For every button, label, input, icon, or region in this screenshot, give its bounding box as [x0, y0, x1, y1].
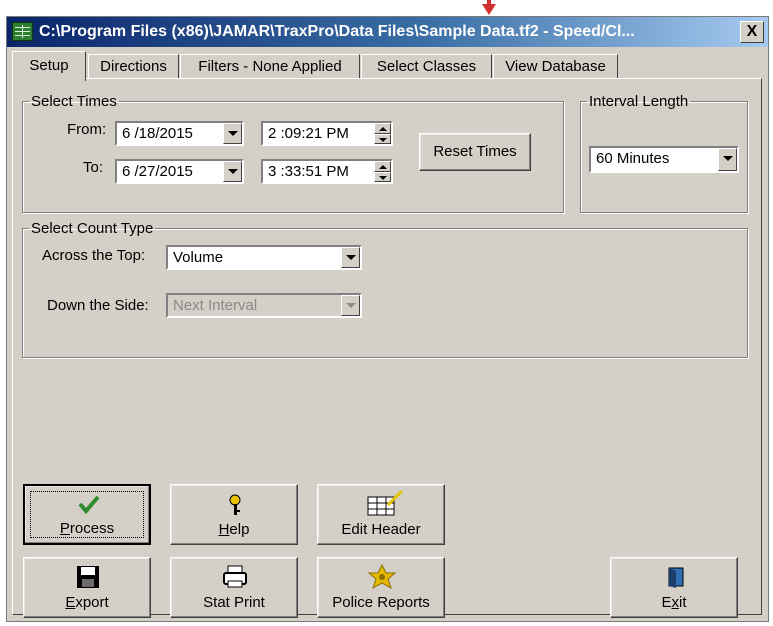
tab-select-classes[interactable]: Select Classes	[361, 54, 492, 79]
edit-header-label: Edit Header	[341, 521, 421, 538]
to-time-spin-buttons[interactable]	[374, 161, 391, 182]
down-side-label: Down the Side:	[47, 297, 149, 314]
tab-setup[interactable]: Setup	[12, 51, 86, 81]
app-icon	[12, 22, 33, 41]
exit-button[interactable]: Exit	[610, 557, 738, 618]
from-label: From:	[67, 121, 107, 138]
stat-print-label: Stat Print	[203, 594, 265, 611]
police-badge-icon	[318, 563, 444, 590]
to-label: To:	[83, 159, 104, 176]
help-button[interactable]: Help	[170, 484, 298, 545]
select-count-type-group: Select Count Type	[22, 220, 748, 358]
edit-header-icon	[318, 489, 444, 517]
annotation-arrow-icon	[482, 0, 496, 15]
export-button[interactable]: Export	[23, 557, 151, 618]
across-top-select[interactable]: Volume	[166, 245, 362, 270]
to-date-value: 6 /27/2015	[122, 163, 193, 180]
reset-times-button[interactable]: Reset Times	[419, 133, 531, 171]
chevron-down-icon[interactable]	[718, 148, 737, 171]
select-times-legend: Select Times	[31, 93, 117, 110]
process-label: Process	[59, 520, 115, 537]
interval-length-select[interactable]: 60 Minutes	[589, 146, 739, 173]
setup-panel: Select Times From: 6 /18/2015 2 :09:21 P…	[12, 78, 762, 618]
from-time-spinner[interactable]: 2 :09:21 PM	[261, 121, 393, 146]
spin-down-icon[interactable]	[374, 171, 391, 182]
interval-length-value: 60 Minutes	[596, 150, 670, 167]
stat-print-button[interactable]: Stat Print	[170, 557, 298, 618]
across-top-value: Volume	[173, 249, 224, 266]
tab-filters[interactable]: Filters - None Applied	[180, 54, 360, 79]
process-button[interactable]: Process	[23, 484, 151, 545]
app-window: C:\Program Files (x86)\JAMAR\TraxPro\Dat…	[6, 16, 769, 622]
from-time-spin-buttons[interactable]	[374, 123, 391, 144]
help-label: Help	[218, 521, 250, 538]
floppy-disk-icon	[24, 564, 150, 590]
exit-door-icon	[611, 564, 737, 590]
across-top-label: Across the Top:	[42, 247, 146, 264]
from-date-value: 6 /18/2015	[122, 125, 193, 142]
check-icon	[25, 492, 149, 518]
window-title: C:\Program Files (x86)\JAMAR\TraxPro\Dat…	[39, 23, 635, 40]
close-button[interactable]: X	[740, 21, 764, 43]
spin-up-icon[interactable]	[374, 161, 391, 172]
spin-down-icon[interactable]	[374, 133, 391, 144]
to-date-picker[interactable]: 6 /27/2015	[115, 159, 244, 184]
tab-view-database[interactable]: View Database	[493, 54, 618, 79]
chevron-down-icon[interactable]	[223, 123, 242, 144]
from-date-picker[interactable]: 6 /18/2015	[115, 121, 244, 146]
chevron-down-icon[interactable]	[223, 161, 242, 182]
tab-directions[interactable]: Directions	[88, 54, 179, 79]
from-time-value: 2 :09:21 PM	[268, 125, 349, 142]
export-label: Export	[65, 594, 109, 611]
down-side-value: Next Interval	[173, 297, 258, 314]
select-count-type-legend: Select Count Type	[31, 220, 154, 237]
down-side-select[interactable]: Next Interval	[166, 293, 362, 318]
key-icon	[171, 491, 297, 517]
title-bar[interactable]: C:\Program Files (x86)\JAMAR\TraxPro\Dat…	[7, 17, 768, 47]
spin-up-icon[interactable]	[374, 123, 391, 134]
police-reports-label: Police Reports	[332, 594, 430, 611]
interval-length-legend: Interval Length	[589, 93, 689, 110]
police-reports-button[interactable]: Police Reports	[317, 557, 445, 618]
to-time-value: 3 :33:51 PM	[268, 163, 349, 180]
exit-label: Exit	[661, 594, 687, 611]
chevron-down-icon[interactable]	[341, 295, 360, 316]
edit-header-button[interactable]: Edit Header	[317, 484, 445, 545]
tab-bar: Setup Directions Filters - None Applied …	[12, 51, 768, 81]
chevron-down-icon[interactable]	[341, 247, 360, 268]
printer-icon	[171, 564, 297, 590]
to-time-spinner[interactable]: 3 :33:51 PM	[261, 159, 393, 184]
